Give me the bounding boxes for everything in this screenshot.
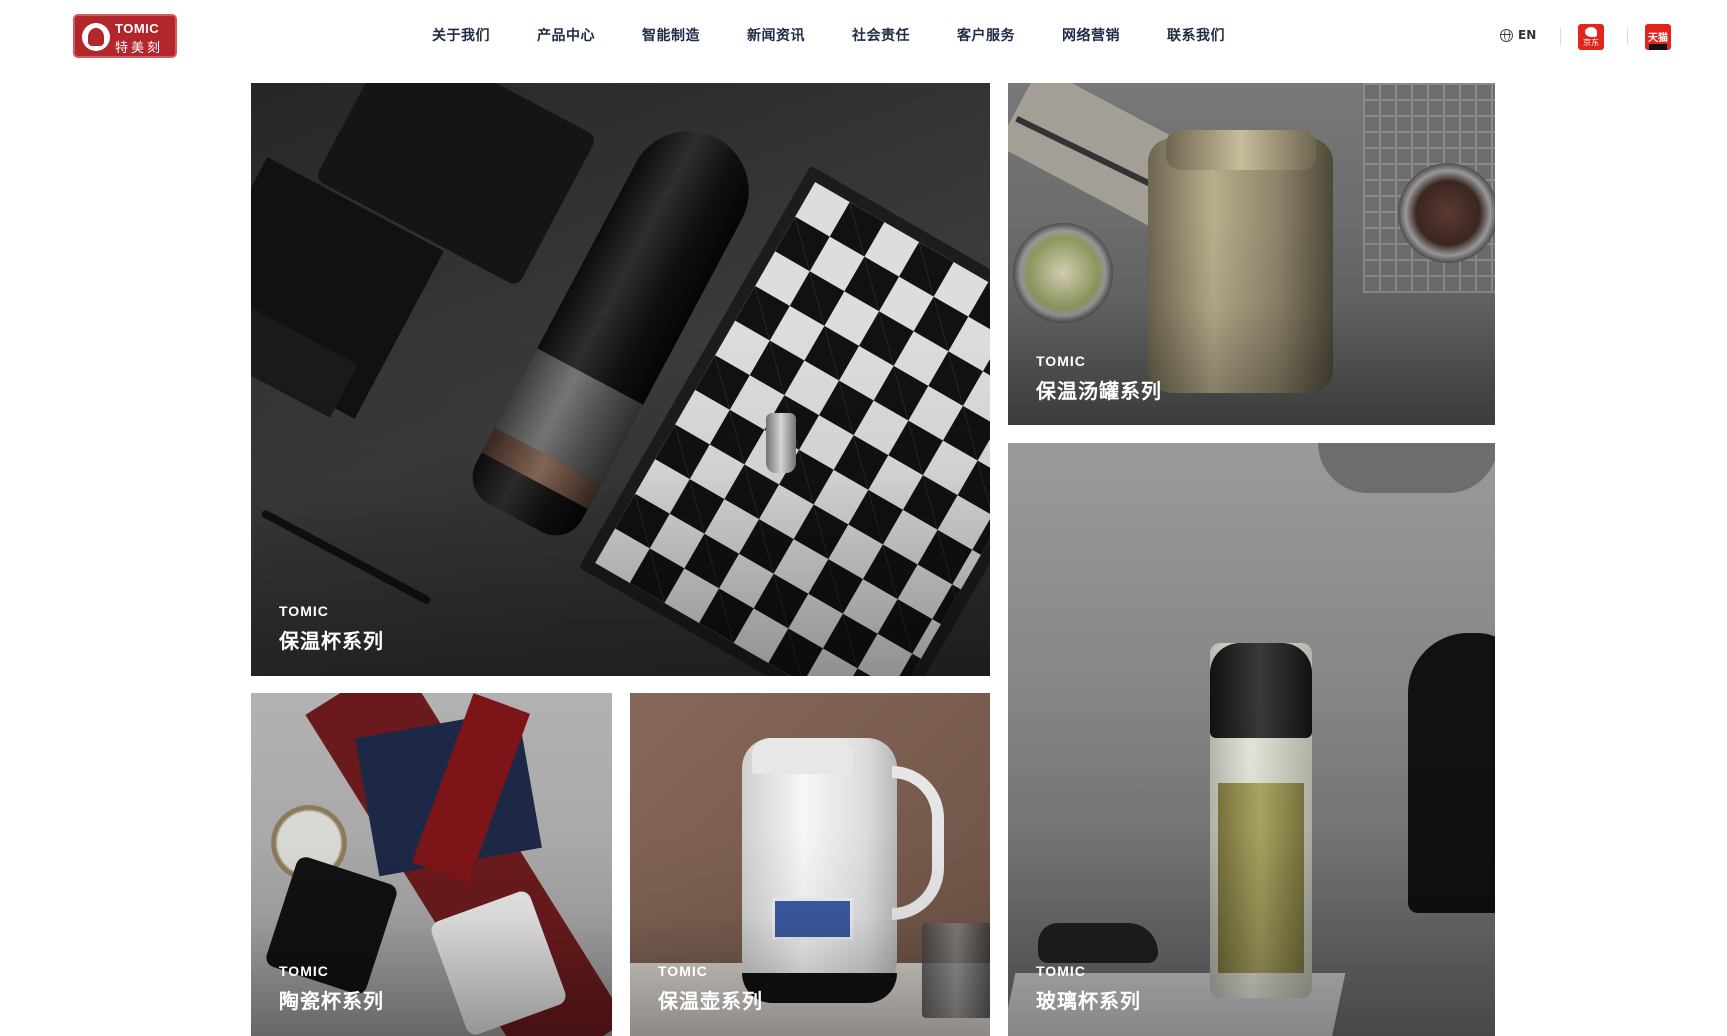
nav-item-online-marketing[interactable]: 网络营销	[1062, 25, 1120, 49]
nav-item-contact[interactable]: 联系我们	[1167, 25, 1225, 49]
tile-brand: TOMIC	[1036, 353, 1086, 369]
tile-brand: TOMIC	[279, 603, 329, 619]
language-label: EN	[1518, 28, 1537, 42]
jd-label: 京东	[1583, 38, 1599, 47]
logo-chinese-name: 特美刻	[115, 41, 164, 56]
nav-item-news[interactable]: 新闻资讯	[747, 25, 805, 49]
product-tile-insulated-pot[interactable]: TOMIC 保温壶系列	[630, 693, 990, 1036]
tile-brand: TOMIC	[658, 963, 708, 979]
nav-item-social-responsibility[interactable]: 社会责任	[852, 25, 910, 49]
site-header: TOMIC 特美刻 关于我们 产品中心 智能制造 新闻资讯 社会责任 客户服务 …	[0, 0, 1727, 76]
nav-item-products[interactable]: 产品中心	[537, 25, 595, 49]
language-switch[interactable]: EN	[1500, 28, 1536, 42]
tmall-label: 天猫	[1648, 33, 1668, 44]
tile-overlay	[1008, 83, 1495, 425]
tile-overlay	[251, 83, 990, 676]
tile-overlay	[1008, 443, 1495, 1036]
tile-title: 保温壶系列	[658, 989, 763, 1013]
tile-brand: TOMIC	[1036, 963, 1086, 979]
product-tile-soup-jar[interactable]: TOMIC 保温汤罐系列	[1008, 83, 1495, 425]
logo-emblem-icon	[82, 23, 110, 51]
tmall-icon[interactable]: 天猫	[1645, 24, 1671, 50]
product-tile-glass-cup[interactable]: TOMIC 玻璃杯系列	[1008, 443, 1495, 1036]
nav-item-customer-service[interactable]: 客户服务	[957, 25, 1015, 49]
logo-wordmark: TOMIC	[115, 21, 160, 36]
nav-item-about[interactable]: 关于我们	[432, 25, 490, 49]
divider	[1560, 28, 1561, 45]
globe-icon	[1500, 28, 1513, 42]
tile-title: 玻璃杯系列	[1036, 989, 1141, 1013]
jd-mascot-icon	[1585, 27, 1597, 37]
product-tile-ceramic-cup[interactable]: TOMIC 陶瓷杯系列	[251, 693, 612, 1036]
tile-title: 保温杯系列	[279, 629, 384, 653]
main-nav: 关于我们 产品中心 智能制造 新闻资讯 社会责任 客户服务 网络营销 联系我们	[432, 25, 1272, 49]
jd-icon[interactable]: 京东	[1578, 24, 1604, 50]
tomic-logo[interactable]: TOMIC 特美刻	[73, 14, 177, 58]
tile-title: 陶瓷杯系列	[279, 989, 384, 1013]
nav-item-manufacturing[interactable]: 智能制造	[642, 25, 700, 49]
product-tile-insulated-cup[interactable]: TOMIC 保温杯系列	[251, 83, 990, 676]
tile-title: 保温汤罐系列	[1036, 379, 1162, 403]
divider	[1627, 28, 1628, 45]
tile-brand: TOMIC	[279, 963, 329, 979]
